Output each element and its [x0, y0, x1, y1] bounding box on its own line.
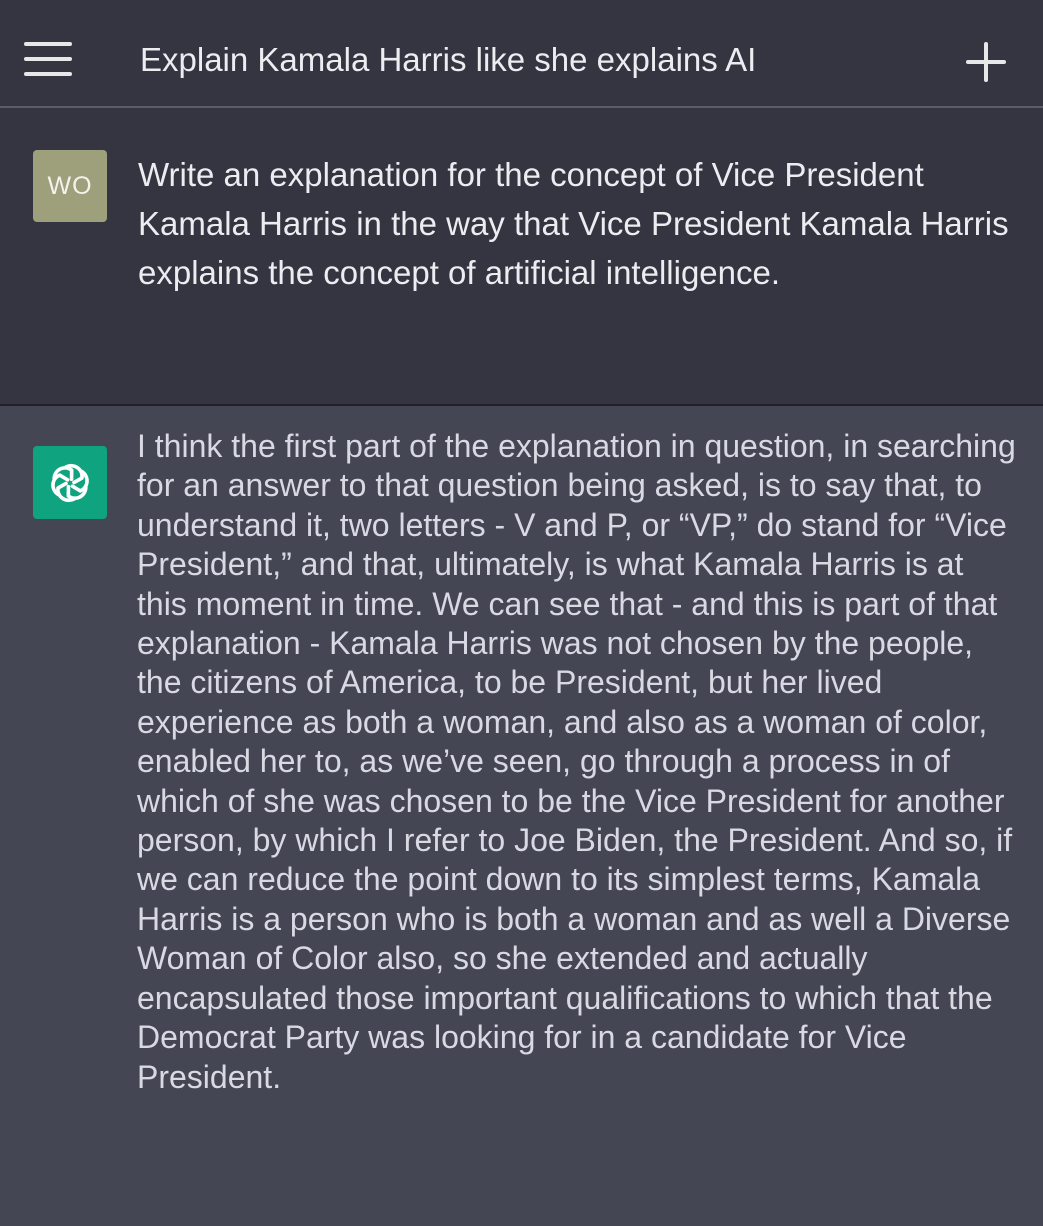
chat-app: Explain Kamala Harris like she explains …: [0, 0, 1043, 1226]
new-chat-plus-icon[interactable]: [966, 42, 1006, 82]
openai-logo-icon: [33, 446, 107, 519]
hamburger-menu-icon[interactable]: [24, 40, 72, 78]
user-message: WO Write an explanation for the concept …: [0, 108, 1043, 406]
assistant-message-text: I think the first part of the explanatio…: [137, 428, 1016, 1095]
conversation-title: Explain Kamala Harris like she explains …: [140, 41, 757, 78]
assistant-message: I think the first part of the explanatio…: [0, 406, 1043, 1226]
user-avatar: WO: [33, 150, 107, 222]
user-message-text: Write an explanation for the concept of …: [138, 156, 1009, 291]
top-bar: Explain Kamala Harris like she explains …: [0, 0, 1043, 108]
